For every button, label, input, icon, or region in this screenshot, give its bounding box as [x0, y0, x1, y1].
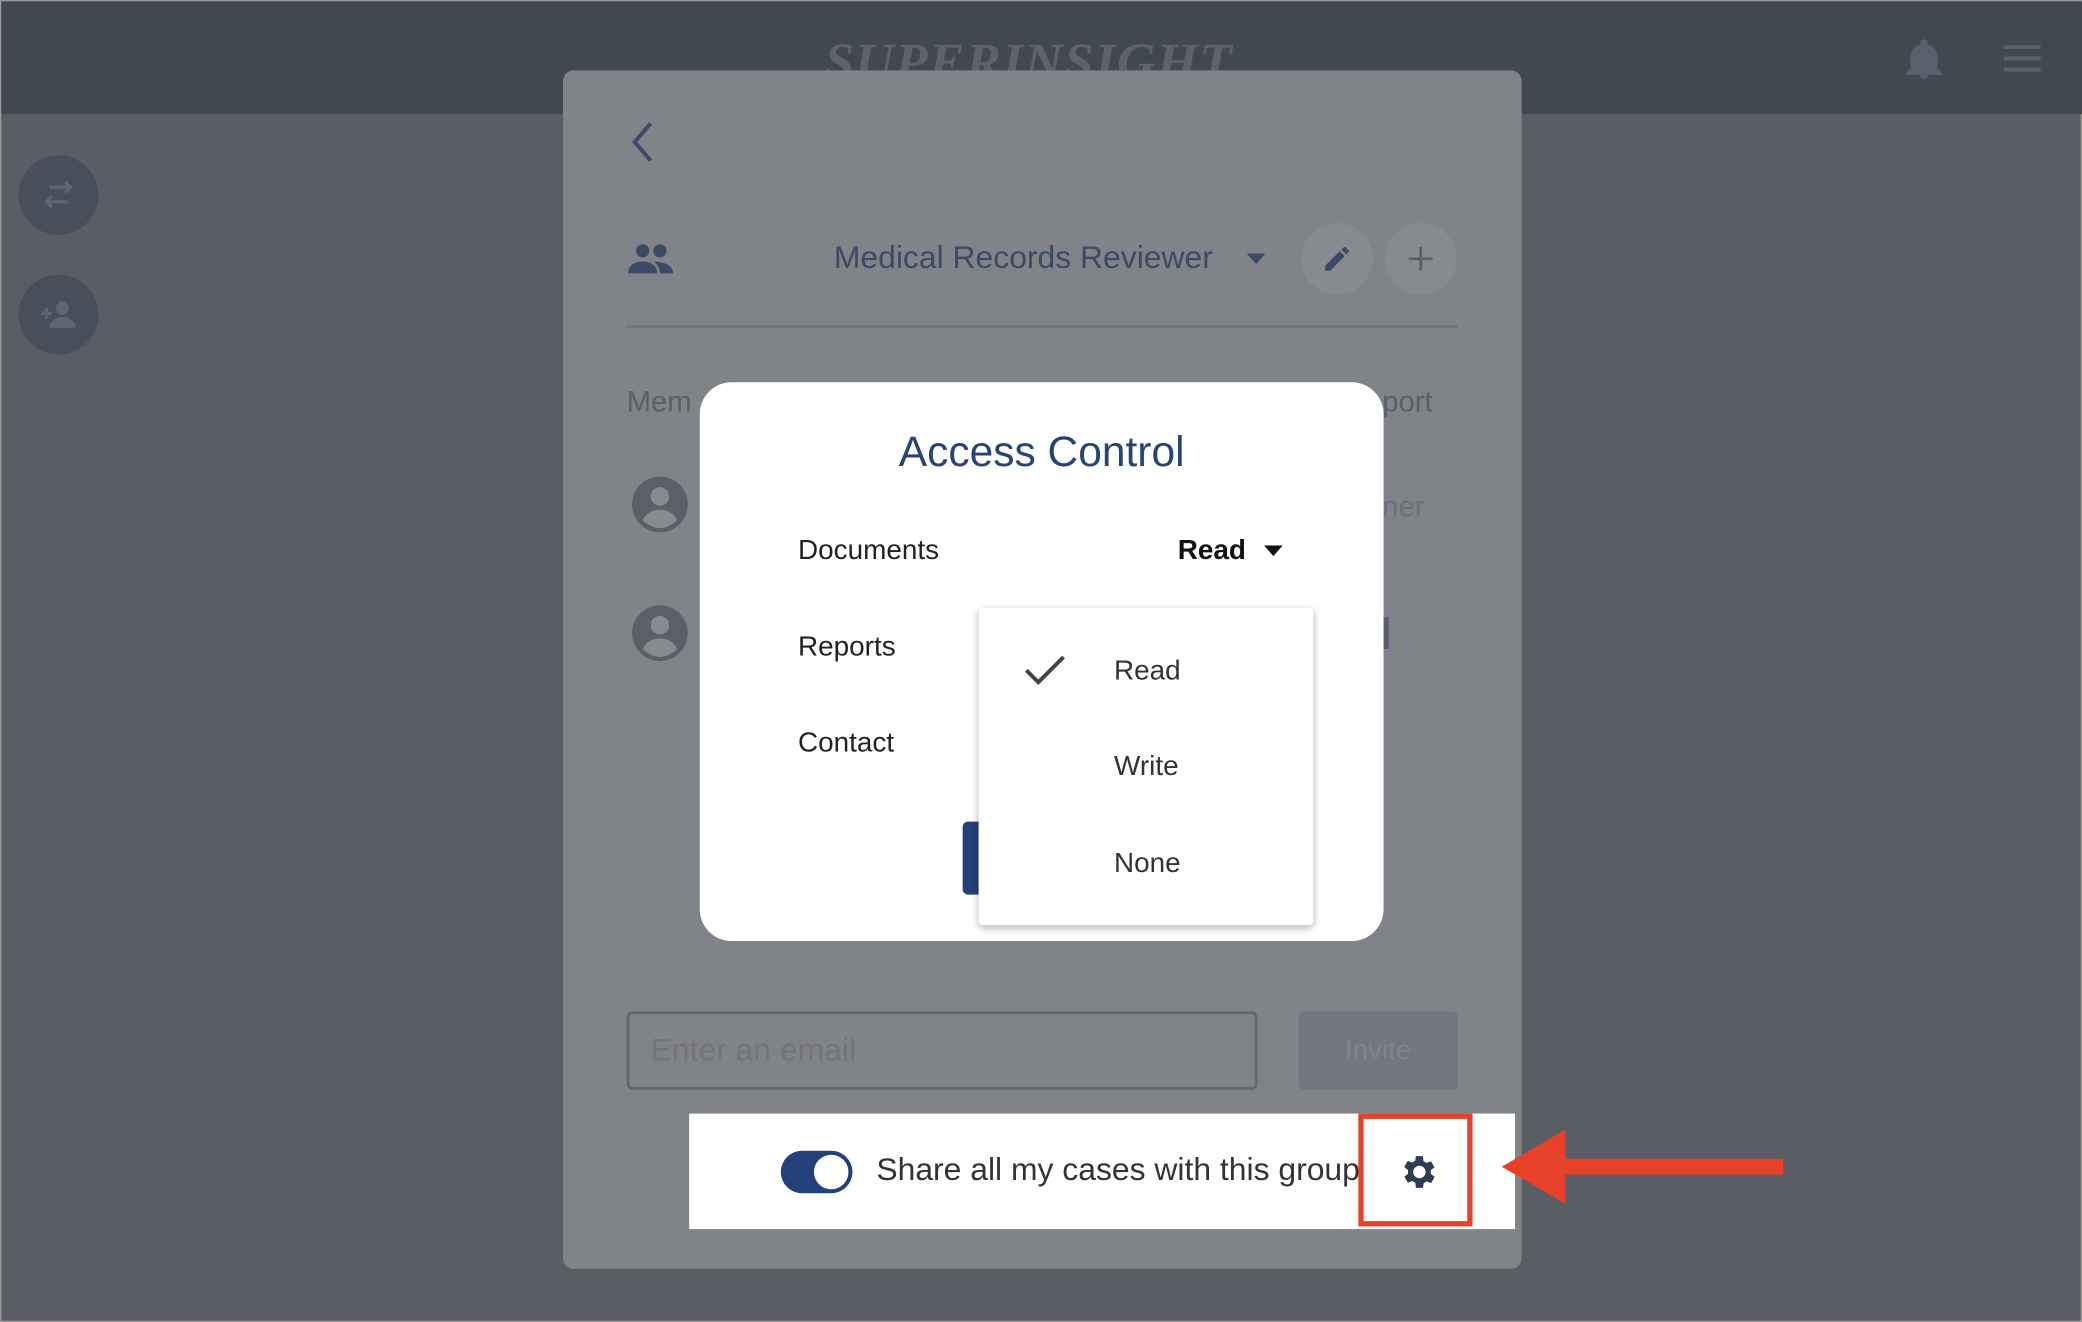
menu-item-write[interactable]: Write	[1114, 751, 1179, 783]
swap-icon	[44, 180, 73, 209]
row-label-contact: Contact	[798, 727, 895, 758]
add-user-button[interactable]	[18, 274, 99, 355]
menu-icon[interactable]	[2003, 44, 2041, 73]
annotation-arrow-icon	[1501, 1129, 1784, 1204]
permission-menu: Read Write None	[978, 607, 1314, 926]
check-icon	[1024, 655, 1065, 686]
highlight-box	[1358, 1113, 1473, 1227]
group-icon	[628, 244, 674, 274]
member-role: ner	[1382, 489, 1425, 523]
menu-item-none[interactable]: None	[1114, 848, 1181, 880]
dialog-title: Access Control	[898, 427, 1185, 476]
back-chevron-icon[interactable]	[629, 121, 656, 163]
row-label-reports: Reports	[798, 631, 896, 663]
menu-item-read[interactable]: Read	[1114, 656, 1181, 688]
app-screen: SUPERINSIGHT Medical Records Reviewer Me…	[0, 0, 2082, 1322]
documents-select[interactable]: Read	[1178, 535, 1246, 567]
add-user-icon	[41, 301, 76, 328]
invite-button[interactable]: Invite	[1298, 1011, 1458, 1090]
row-label-documents: Documents	[798, 534, 940, 566]
toggle-knob	[813, 1154, 849, 1190]
group-dropdown-icon[interactable]	[1246, 253, 1266, 265]
members-label: Mem	[626, 384, 692, 419]
dropdown-arrow-icon[interactable]	[1264, 545, 1283, 557]
edit-group-button[interactable]	[1301, 222, 1373, 295]
pencil-icon	[1325, 246, 1350, 271]
bell-icon[interactable]	[1905, 38, 1943, 80]
share-toggle[interactable]	[780, 1150, 853, 1194]
share-label: Share all my cases with this group	[876, 1152, 1360, 1188]
group-name[interactable]: Medical Records Reviewer	[834, 240, 1213, 277]
avatar-icon	[632, 476, 688, 533]
email-input[interactable]	[626, 1011, 1258, 1090]
column-label: port	[1382, 384, 1433, 419]
divider	[625, 325, 1458, 328]
add-group-button[interactable]	[1384, 222, 1457, 295]
swap-button[interactable]	[18, 155, 99, 235]
avatar-icon	[632, 605, 688, 661]
plus-icon	[1408, 246, 1433, 271]
